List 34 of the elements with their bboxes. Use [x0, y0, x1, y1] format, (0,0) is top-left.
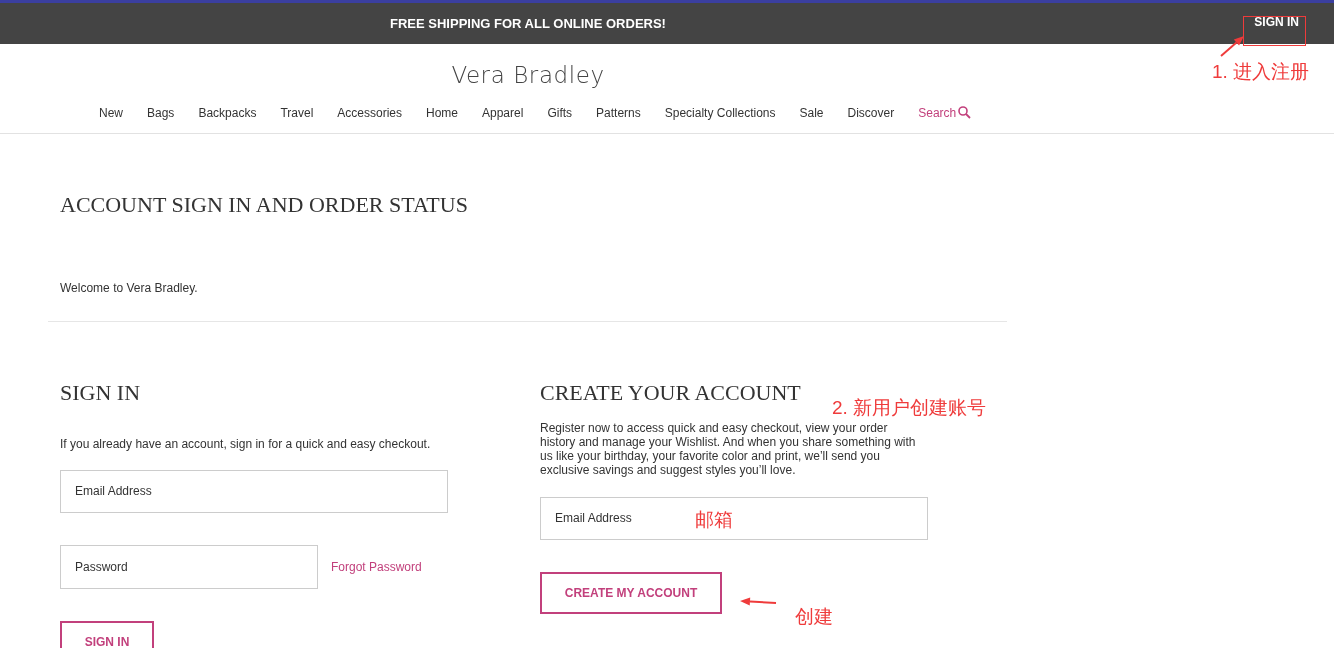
annotation-text: 创建	[795, 605, 833, 629]
welcome-text: Welcome to Vera Bradley.	[59, 279, 199, 297]
nav-link[interactable]: Apparel	[482, 103, 524, 122]
page-title: ACCOUNT SIGN IN AND ORDER STATUS	[59, 190, 469, 219]
forgot-password-link[interactable]: Forgot Password	[331, 557, 422, 576]
annotation-arrow	[1218, 34, 1246, 57]
nav-link[interactable]: Discover	[847, 103, 895, 122]
nav-link[interactable]: New	[99, 103, 123, 122]
sign-in-intro: If you already have an account, sign in for a quick and easy checkout.	[60, 435, 432, 453]
nav-link[interactable]: Sale	[799, 103, 824, 122]
create-account-button[interactable]: CREATE MY ACCOUNT	[540, 571, 722, 614]
nav-link[interactable]: Bags	[147, 103, 175, 122]
search-link[interactable]: Search	[918, 103, 972, 122]
password-field[interactable]: Password	[60, 544, 318, 589]
sign-in-button[interactable]: SIGN IN	[60, 620, 154, 648]
nav-link[interactable]: Home	[426, 103, 458, 122]
email-field[interactable]: Email Address	[60, 469, 448, 513]
create-account-intro: Register now to access quick and easy checkout, view your order history and manage your Wishlist. And when you share something with us like your birthday, your favorite color and print, we’ll send you exclusive savings and suggest styles you’ll love.	[540, 420, 917, 477]
annotation-text: 2. 新用户创建账号	[832, 396, 987, 420]
nav-link[interactable]: Specialty Collections	[664, 103, 776, 122]
section-heading: SIGN IN	[60, 378, 142, 407]
sign-in-link[interactable]: SIGN IN	[1254, 13, 1299, 44]
search-icon	[958, 106, 972, 119]
nav-link[interactable]: Accessories	[337, 103, 402, 122]
section-heading: CREATE YOUR ACCOUNT	[540, 378, 801, 407]
highlight-frame	[1243, 16, 1306, 46]
promo-message: FREE SHIPPING FOR ALL ONLINE ORDERS!	[390, 14, 666, 33]
annotation-text: 1. 进入注册	[1212, 60, 1310, 84]
logo[interactable]: Vera Bradley	[451, 58, 605, 93]
nav-link[interactable]: Patterns	[596, 103, 641, 122]
annotation-text: 邮箱	[695, 508, 733, 532]
nav-link[interactable]: Backpacks	[198, 103, 257, 122]
nav-link[interactable]: Travel	[280, 103, 314, 122]
nav-link[interactable]: Gifts	[547, 103, 573, 122]
